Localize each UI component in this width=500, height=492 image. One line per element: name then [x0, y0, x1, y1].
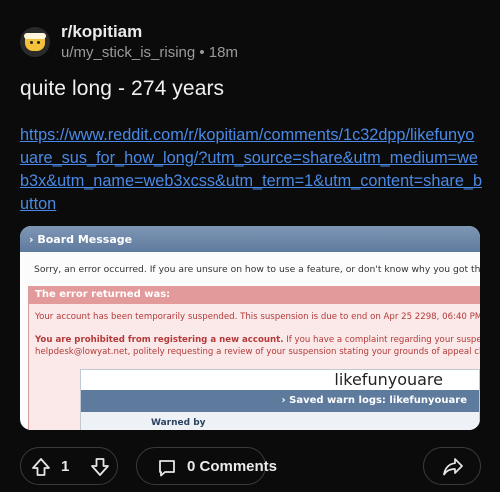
upvote-arrow-icon[interactable] — [31, 457, 51, 482]
author-and-time[interactable]: u/my_stick_is_rising • 18m — [61, 44, 238, 62]
warned-username: likefunyouare — [81, 370, 479, 390]
prohibited-line-2: helpdesk@lowyat.net, politely requesting… — [35, 347, 480, 357]
subreddit-avatar[interactable] — [20, 27, 50, 57]
prohibited-rest: If you have a complaint regarding your s… — [286, 335, 480, 345]
board-message-bar: › Board Message — [20, 226, 480, 252]
action-bar: 1 0 Comments — [20, 447, 481, 485]
vote-pill: 1 — [20, 447, 118, 485]
post-image[interactable]: › Board Message Sorry, an error occurred… — [20, 226, 480, 430]
warned-by-column: Warned by — [151, 418, 206, 428]
post-meta: r/kopitiam u/my_stick_is_rising • 18m — [61, 22, 238, 62]
vote-count: 1 — [61, 458, 70, 475]
board-message-text: Sorry, an error occurred. If you are uns… — [34, 264, 480, 275]
suspension-text: Your account has been temporarily suspen… — [35, 312, 480, 322]
comments-label: 0 Comments — [187, 458, 278, 475]
share-arrow-icon — [442, 457, 464, 482]
post-link[interactable]: https://www.reddit.com/r/kopitiam/commen… — [20, 124, 482, 216]
post-header: r/kopitiam u/my_stick_is_rising • 18m — [20, 22, 238, 62]
comment-bubble-icon — [157, 458, 177, 483]
subreddit-name[interactable]: r/kopitiam — [61, 22, 238, 42]
post-title: quite long - 274 years — [20, 77, 225, 100]
comments-button[interactable]: 0 Comments — [136, 447, 277, 485]
share-button[interactable] — [423, 447, 481, 485]
warn-log-bar: › Saved warn logs: likefunyouare — [81, 390, 479, 412]
downvote-arrow-icon[interactable] — [90, 457, 110, 482]
warn-log-panel: likefunyouare › Saved warn logs: likefun… — [80, 369, 480, 430]
prohibited-bold: You are prohibited from registering a ne… — [35, 335, 284, 345]
prohibited-text: You are prohibited from registering a ne… — [29, 322, 480, 358]
error-heading: The error returned was: — [29, 286, 480, 304]
